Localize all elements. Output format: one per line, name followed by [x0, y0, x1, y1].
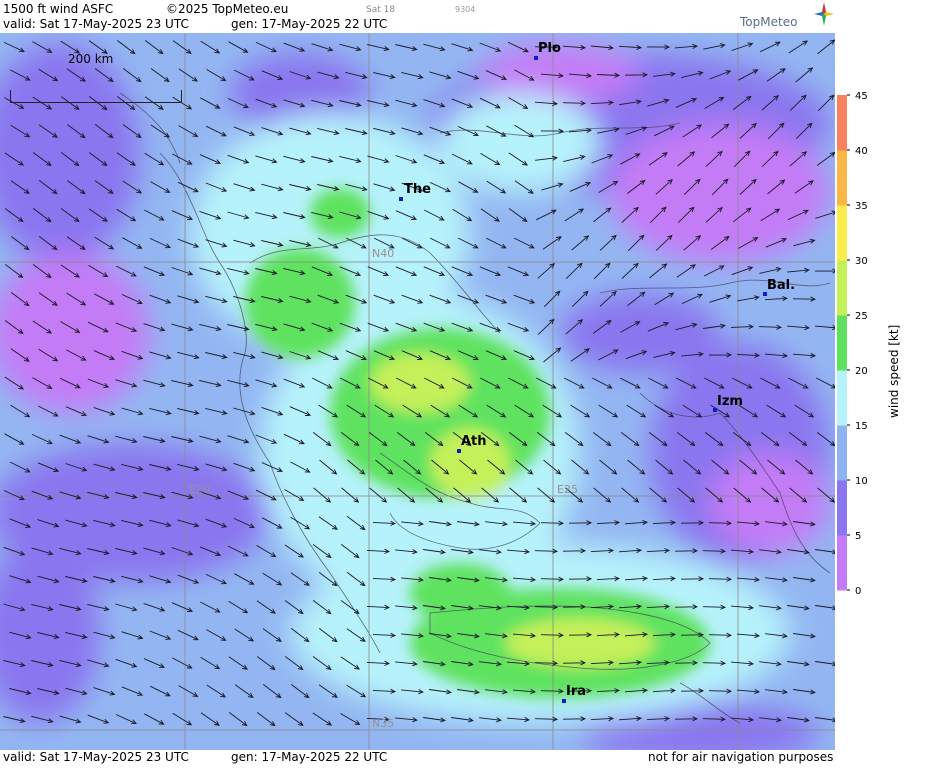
wind-speed-legend: 0 5 10 15 20 25 30 35 40 45 wind speed [kt]: [835, 33, 925, 765]
legend-tick-label: 25: [855, 311, 868, 322]
footer-generated-time: gen: 17-May-2025 22 UTC: [231, 750, 388, 764]
city-marker-the: [399, 197, 403, 201]
code-tag: 9304: [455, 5, 476, 14]
legend-tick-label: 15: [855, 421, 868, 432]
footer-bar: valid: Sat 17-May-2025 23 UTC gen: 17-Ma…: [0, 750, 835, 765]
city-label-the[interactable]: The: [404, 182, 431, 197]
footer-valid-time: valid: Sat 17-May-2025 23 UTC: [3, 750, 189, 764]
city-marker-plo: [534, 56, 538, 60]
legend-band: [837, 150, 847, 206]
scale-bar: [10, 90, 182, 103]
city-label-izm[interactable]: Izm: [717, 394, 743, 409]
grid-label-n35: N35: [372, 717, 395, 730]
legend-tick-label: 40: [855, 146, 868, 157]
legend-tick-label: 20: [855, 366, 868, 377]
legend-band: [837, 425, 847, 481]
copyright-text: ©2025 TopMeteo.eu: [166, 2, 289, 16]
legend-band: [837, 315, 847, 371]
footer-disclaimer: not for air navigation purposes: [648, 750, 834, 764]
legend-title: wind speed [kt]: [887, 324, 901, 418]
product-title: 1500 ft wind ASFC: [3, 2, 114, 16]
grid-label-e20: E20: [189, 483, 210, 496]
legend-tick-label: 45: [855, 91, 868, 102]
legend-tick-label: 0: [855, 586, 861, 597]
legend-band: [837, 535, 847, 591]
topmeteo-logo[interactable]: TopMeteo: [738, 2, 834, 32]
city-marker-ira: [562, 699, 566, 703]
legend-colorbar: 0 5 10 15 20 25 30 35 40 45: [837, 91, 868, 597]
legend-tick-label: 30: [855, 256, 868, 267]
legend-tick-label: 5: [855, 531, 861, 542]
legend-band: [837, 260, 847, 316]
day-tag: Sat 18: [366, 5, 396, 15]
wind-map[interactable]: 200 km N40 N35 E20 E25 Plo The Bal. Izm …: [0, 33, 835, 750]
city-label-ath[interactable]: Ath: [461, 434, 487, 449]
wind-field-svg: [0, 33, 835, 750]
legend-band: [837, 480, 847, 536]
legend-band: [837, 205, 847, 261]
compass-star-icon: [814, 2, 834, 26]
legend-band: [837, 370, 847, 426]
grid-label-e25: E25: [557, 483, 578, 496]
generated-time: gen: 17-May-2025 22 UTC: [231, 17, 388, 31]
legend-band: [837, 95, 847, 151]
legend-tick-label: 35: [855, 201, 868, 212]
legend-tick-label: 10: [855, 476, 868, 487]
grid-label-n40: N40: [372, 247, 395, 260]
header-bar: 1500 ft wind ASFC ©2025 TopMeteo.eu Sat …: [0, 0, 835, 33]
scale-label: 200 km: [68, 52, 114, 66]
brand-text: TopMeteo: [740, 15, 798, 29]
city-label-plo[interactable]: Plo: [538, 41, 561, 56]
city-label-ira[interactable]: Ira: [566, 684, 586, 699]
city-label-bal[interactable]: Bal.: [767, 278, 795, 293]
city-marker-ath: [457, 449, 461, 453]
valid-time: valid: Sat 17-May-2025 23 UTC: [3, 17, 189, 31]
